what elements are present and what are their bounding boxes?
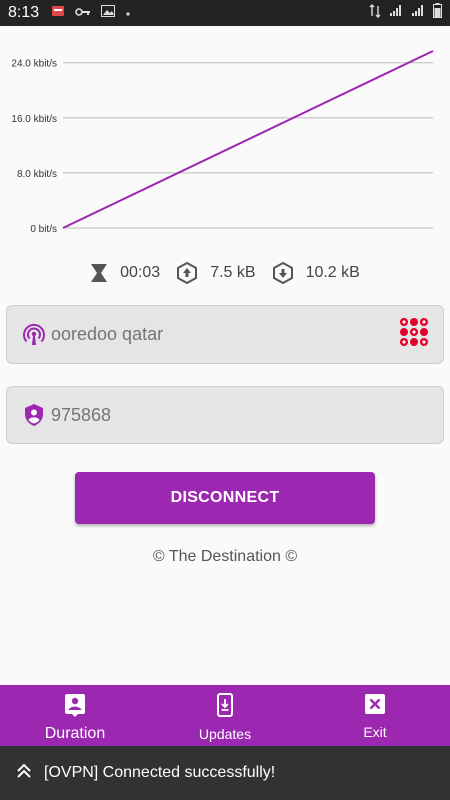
duration-value: 00:03 (120, 264, 161, 281)
double-chevron-up-icon[interactable] (16, 762, 32, 785)
hourglass-icon (90, 263, 108, 283)
footer-credit: © The Destination © (152, 548, 298, 565)
battery-icon (433, 3, 442, 23)
download-stat: 10.2 kB (272, 262, 360, 284)
stats-row: 00:03 7.5 kB 10.2 kB (0, 258, 450, 288)
y-tick-label: 16.0 kbit/s (11, 114, 57, 125)
download-value: 10.2 kB (305, 264, 360, 281)
close-box-icon (364, 693, 386, 720)
snackbar-text: [OVPN] Connected successfully! (44, 764, 276, 781)
image-icon (101, 4, 116, 22)
signal-icon-2 (411, 4, 425, 22)
shield-user-icon (21, 402, 47, 428)
nav-exit-label: Exit (363, 724, 387, 740)
upload-value: 7.5 kB (210, 264, 256, 281)
upload-icon (176, 262, 198, 284)
server-field[interactable] (6, 305, 444, 364)
nav-updates[interactable]: Updates (150, 685, 300, 746)
dot-icon (125, 4, 131, 22)
code-field[interactable] (6, 386, 444, 444)
status-time: 8:13 (8, 4, 40, 21)
notification-icon (51, 4, 65, 22)
qatar-operator-icon[interactable] (399, 317, 429, 352)
data-arrows-icon (369, 3, 381, 23)
nav-duration[interactable]: Duration (0, 685, 150, 746)
y-tick-label: 8.0 kbit/s (17, 169, 57, 180)
code-input[interactable] (51, 404, 381, 426)
y-tick-label: 0 bit/s (30, 224, 57, 235)
upload-stat: 7.5 kB (176, 262, 256, 284)
nav-updates-label: Updates (198, 726, 252, 742)
key-icon (75, 4, 91, 22)
broadcast-icon (21, 322, 47, 348)
nav-exit[interactable]: Exit (300, 685, 450, 746)
download-icon (272, 262, 294, 284)
person-badge-icon (64, 693, 86, 722)
phone-download-icon (217, 693, 233, 722)
status-bar: 8:13 (0, 0, 450, 26)
nav-duration-label: Duration (44, 725, 106, 742)
server-input[interactable] (51, 324, 381, 345)
disconnect-button[interactable]: DISCONNECT (75, 472, 375, 524)
traffic-chart: 24.0 kbit/s 16.0 kbit/s 8.0 kbit/s 0 bit/s (11, 50, 434, 235)
bottom-nav: Duration Updates Exit (0, 685, 450, 746)
y-tick-label: 24.0 kbit/s (11, 59, 57, 70)
signal-icon (389, 4, 403, 22)
connection-snackbar[interactable]: [OVPN] Connected successfully! (0, 746, 450, 800)
series-line (62, 50, 434, 229)
duration-stat: 00:03 (90, 263, 160, 283)
